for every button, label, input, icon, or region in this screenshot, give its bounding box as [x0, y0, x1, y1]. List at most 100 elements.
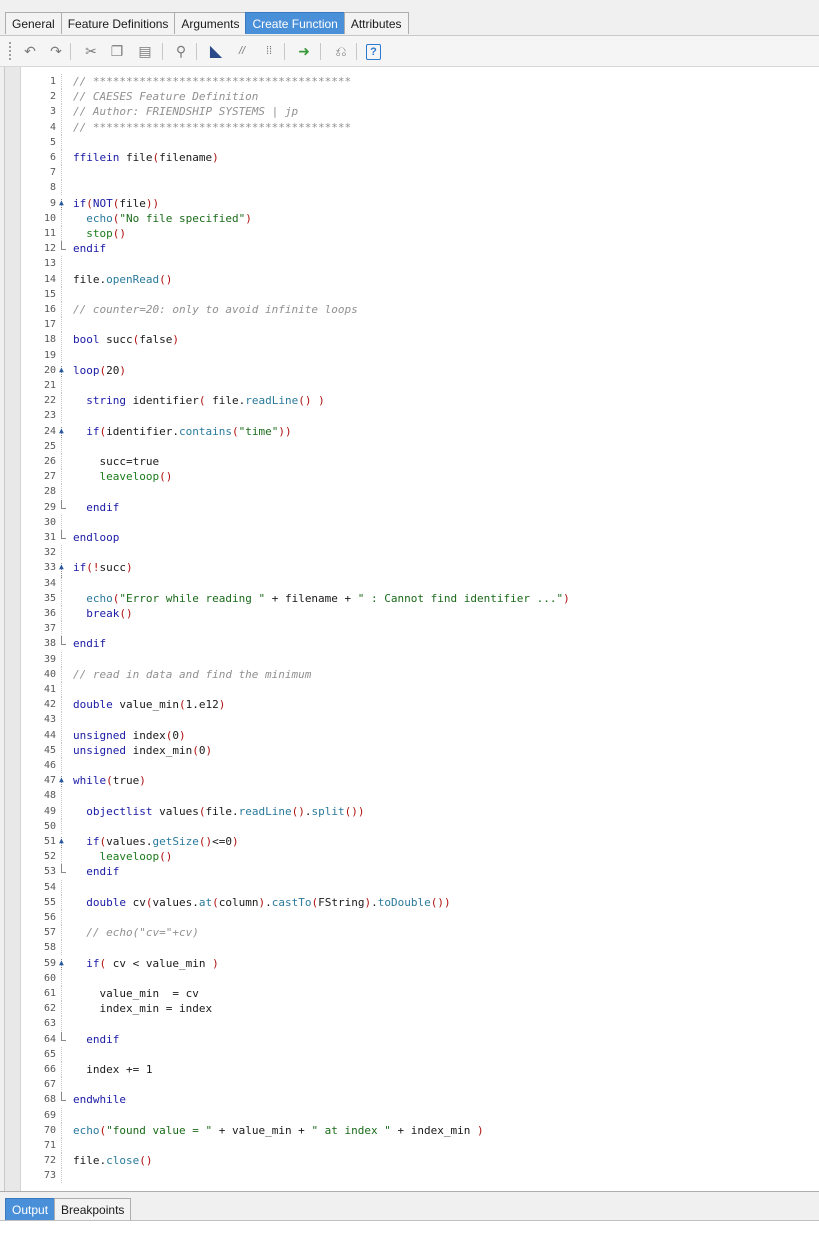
code-line[interactable]: 59 ▲ if( cv < value_min ) [0, 956, 819, 974]
code-line[interactable]: 58 [0, 940, 819, 956]
code-line[interactable]: 18 bool succ(false) [0, 332, 819, 348]
code-line[interactable]: 73 [0, 1168, 819, 1184]
tab-arguments[interactable]: Arguments [174, 12, 247, 34]
tab-feature-definitions[interactable]: Feature Definitions [60, 12, 176, 34]
code-line[interactable]: 34 [0, 575, 819, 591]
code-line[interactable]: 3 // Author: FRIENDSHIP SYSTEMS | jp [0, 104, 819, 120]
code-token: values. [106, 835, 153, 848]
code-line[interactable]: 11 stop() [0, 226, 819, 241]
line-number: 7 [49, 167, 56, 179]
code-line[interactable]: 50 [0, 818, 819, 834]
code-line[interactable]: 6 ffilein file(filename) [0, 150, 819, 165]
tab-output[interactable]: Output [5, 1198, 56, 1220]
code-line[interactable]: 37 [0, 621, 819, 637]
code-line[interactable]: 61 value_min = cv [0, 986, 819, 1001]
code-line[interactable]: 17 [0, 317, 819, 333]
code-line[interactable]: 69 [0, 1107, 819, 1123]
code-line[interactable]: 40 // read in data and find the minimum [0, 666, 819, 682]
tab-breakpoints[interactable]: Breakpoints [54, 1198, 132, 1220]
tab-create-function[interactable]: Create Function [245, 12, 345, 34]
code-line[interactable]: 42 double value_min(1.e12) [0, 697, 819, 713]
code-editor[interactable]: 1 // ************************************… [0, 67, 819, 1191]
code-line[interactable]: 1 // ************************************… [0, 74, 819, 89]
tab-general[interactable]: General [5, 12, 62, 34]
vertical-scrollbar[interactable] [813, 67, 819, 1191]
debug-icon[interactable]: ⎌ [331, 41, 351, 61]
toolbar-grip[interactable] [9, 42, 13, 60]
code-line[interactable]: 46 [0, 758, 819, 773]
code-line[interactable]: 65 [0, 1046, 819, 1062]
code-line[interactable]: 49 objectlist values(file.readLine().spl… [0, 803, 819, 819]
code-line[interactable]: 25 [0, 438, 819, 454]
code-line[interactable]: 41 [0, 682, 819, 697]
fold-guide [61, 286, 68, 302]
code-line[interactable]: 14 file.openRead() [0, 271, 819, 287]
code-line[interactable]: 52 leaveloop() [0, 849, 819, 865]
code-line[interactable]: 12 endif [0, 241, 819, 256]
code-line[interactable]: 66 index += 1 [0, 1062, 819, 1077]
code-line[interactable]: 20 ▲ loop(20) [0, 363, 819, 381]
tab-attributes[interactable]: Attributes [343, 12, 409, 34]
code-line[interactable]: 55 double cv(values.at(column).castTo(FS… [0, 894, 819, 910]
code-line[interactable]: 45 unsigned index_min(0) [0, 742, 819, 758]
code-line[interactable]: 9 ▲ if(NOT(file)) [0, 196, 819, 214]
code-line[interactable]: 57 // echo("cv="+cv) [0, 925, 819, 941]
code-line[interactable]: 68 endwhile [0, 1092, 819, 1107]
run-to-breakpoint-icon[interactable]: ➜ [294, 41, 314, 61]
code-line[interactable]: 51 ▲ if(values.getSize()<=0) [0, 834, 819, 852]
line-number: 30 [43, 516, 56, 528]
code-line[interactable]: 23 [0, 408, 819, 424]
redo-icon[interactable]: ↷ [46, 41, 66, 61]
code-line[interactable]: 4 // ************************************… [0, 119, 819, 135]
code-line[interactable]: 21 [0, 378, 819, 393]
code-line[interactable]: 62 index_min = index [0, 1001, 819, 1017]
code-line[interactable]: 47 ▲ while(true) [0, 773, 819, 792]
paste-icon[interactable]: ▤ [135, 41, 155, 61]
code-line[interactable]: 26 succ=true [0, 454, 819, 469]
bookmark-icon[interactable]: ◣ [206, 41, 226, 61]
code-line[interactable]: 22 string identifier( file.readLine() ) [0, 393, 819, 409]
undo-icon[interactable]: ↶ [20, 41, 40, 61]
code-line[interactable]: 10 echo("No file specified") [0, 210, 819, 226]
code-line[interactable]: 71 [0, 1138, 819, 1153]
code-line[interactable]: 24 ▲ if(identifier.contains("time")) [0, 424, 819, 442]
code-line[interactable]: 70 echo("found value = " + value_min + " … [0, 1122, 819, 1138]
code-line[interactable]: 30 [0, 514, 819, 530]
code-line[interactable]: 19 [0, 347, 819, 363]
code-line[interactable]: 28 [0, 484, 819, 500]
find-icon[interactable]: ⚲ [171, 41, 191, 61]
code-line[interactable]: 36 break() [0, 606, 819, 621]
code-line[interactable]: 67 [0, 1077, 819, 1093]
code-line[interactable]: 16 // counter=20: only to avoid infinite … [0, 302, 819, 317]
help-icon[interactable]: ? [366, 44, 381, 60]
code-line[interactable]: 5 [0, 134, 819, 150]
code-line[interactable]: 39 [0, 651, 819, 667]
uncomment-icon[interactable]: ⁞⁞ [259, 41, 279, 61]
code-line[interactable]: 44 unsigned index(0) [0, 727, 819, 743]
code-line[interactable]: 32 [0, 545, 819, 561]
copy-icon[interactable]: ❐ [107, 41, 127, 61]
code-line[interactable]: 56 [0, 910, 819, 925]
code-line[interactable]: 64 endif [0, 1031, 819, 1047]
code-line[interactable]: 2 // CAESES Feature Definition [0, 89, 819, 105]
code-line[interactable]: 33 ▲ if(!succ) [0, 560, 819, 579]
cut-icon[interactable]: ✂ [81, 41, 101, 61]
code-line[interactable]: 38 endif [0, 636, 819, 651]
code-line[interactable]: 54 [0, 879, 819, 895]
code-line[interactable]: 29 endif [0, 499, 819, 515]
code-line[interactable]: 15 [0, 286, 819, 302]
code-line[interactable]: 8 [0, 180, 819, 196]
code-line[interactable]: 35 echo("Error while reading " + filenam… [0, 590, 819, 606]
code-line[interactable]: 48 [0, 788, 819, 804]
code-line[interactable]: 72 file.close() [0, 1153, 819, 1169]
code-line[interactable]: 60 [0, 970, 819, 986]
code-line[interactable]: 7 [0, 165, 819, 181]
code-line[interactable]: 63 [0, 1016, 819, 1032]
code-token: value_min [112, 698, 179, 712]
code-line[interactable]: 13 [0, 256, 819, 272]
comment-icon[interactable]: // [232, 41, 252, 61]
code-line[interactable]: 27 leaveloop() [0, 469, 819, 485]
code-line[interactable]: 43 [0, 712, 819, 728]
code-line[interactable]: 53 endif [0, 864, 819, 879]
code-line[interactable]: 31 endloop [0, 530, 819, 545]
